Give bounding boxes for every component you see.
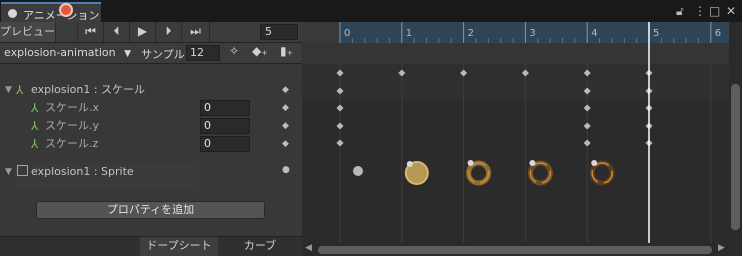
ruler-label: 6 [715, 28, 721, 39]
scale-keyframe [582, 103, 592, 113]
scale-keyframe [335, 121, 345, 131]
scale-keyframe [582, 121, 592, 131]
scroll-left-icon[interactable]: ◀ [305, 243, 312, 253]
ruler-label: 3 [529, 28, 535, 39]
summary-keyframe [459, 68, 469, 78]
sprite-keyframe [529, 160, 536, 166]
vertical-scroll-thumb[interactable] [731, 84, 740, 230]
scroll-right-icon[interactable]: ▶ [718, 243, 725, 253]
scale-keyframe [335, 103, 345, 113]
sprite-keyframe [406, 161, 413, 167]
summary-keyframe [335, 68, 345, 78]
scale-keyframe [582, 86, 592, 96]
ruler-label: 5 [653, 28, 659, 39]
ruler-label: 1 [406, 28, 412, 39]
scale-keyframe [335, 86, 345, 96]
scale-keyframe [582, 138, 592, 148]
summary-keyframe [397, 68, 407, 78]
sprite-keyframe [591, 160, 598, 166]
sprite-keyframe [353, 166, 363, 176]
sprite-keyframe [467, 160, 474, 166]
timeline-canvas[interactable]: 0 1 2 3 4 5 6 [0, 0, 742, 256]
scale-keyframe [335, 138, 345, 148]
ruler-label: 0 [344, 28, 350, 39]
horizontal-scroll-thumb[interactable] [318, 246, 712, 254]
summary-keyframe [520, 68, 530, 78]
ruler-label: 4 [591, 28, 597, 39]
summary-keyframe [582, 68, 592, 78]
ruler-label: 2 [468, 28, 474, 39]
